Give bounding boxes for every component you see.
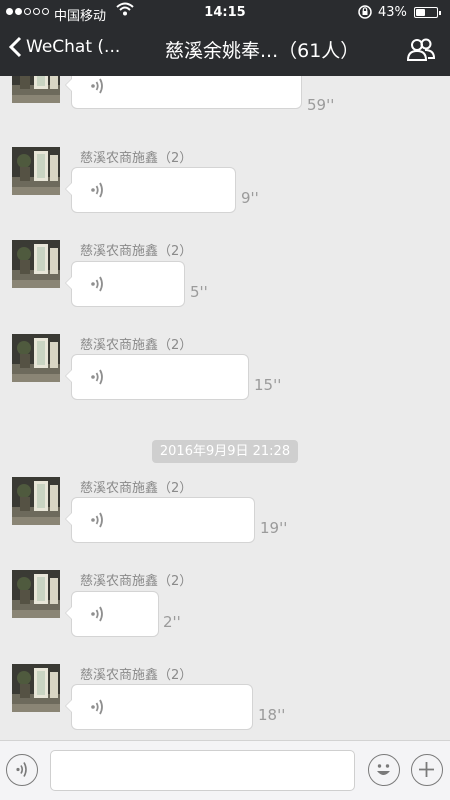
avatar[interactable] <box>12 477 60 525</box>
sender-name: 慈溪农商施鑫（2） <box>80 151 193 166</box>
navigation-bar: WeChat (... 慈溪余姚奉...（61人） <box>0 26 450 76</box>
voice-duration: 19'' <box>260 519 288 537</box>
message-list[interactable]: 59'' 慈溪农商施鑫（2） 9'' 慈溪农商施鑫（2） 5'' 慈溪农商施鑫（… <box>0 76 450 740</box>
voice-message-bubble[interactable] <box>65 684 253 730</box>
voice-wave-icon <box>90 697 106 721</box>
voice-duration: 2'' <box>163 613 181 631</box>
voice-duration: 18'' <box>258 706 286 724</box>
group-members-icon <box>406 38 436 61</box>
avatar[interactable] <box>12 147 60 195</box>
voice-duration: 5'' <box>190 283 208 301</box>
sender-name: 慈溪农商施鑫（2） <box>80 668 193 683</box>
voice-input-icon <box>16 762 27 777</box>
battery-icon <box>414 7 441 18</box>
chevron-left-icon <box>8 36 22 58</box>
voice-wave-icon <box>90 180 106 204</box>
emoji-button[interactable] <box>368 754 400 786</box>
chat-title: 慈溪余姚奉...（61人） <box>165 40 360 62</box>
voice-message-bubble[interactable] <box>65 261 185 307</box>
voice-message-bubble[interactable] <box>65 497 255 543</box>
avatar[interactable] <box>12 664 60 712</box>
plus-icon <box>419 762 434 777</box>
battery-percent: 43% <box>378 5 407 20</box>
avatar[interactable] <box>12 76 60 103</box>
voice-wave-icon <box>90 604 106 628</box>
more-options-button[interactable] <box>411 754 443 786</box>
voice-wave-icon <box>90 76 106 100</box>
voice-wave-icon <box>90 367 106 391</box>
status-bar: 中国移动 14:15 43% <box>0 0 450 26</box>
timestamp-divider: 2016年9月9日 21:28 <box>152 440 298 463</box>
voice-duration: 59'' <box>307 96 335 114</box>
voice-duration: 15'' <box>254 376 282 394</box>
voice-message-bubble[interactable] <box>65 76 302 109</box>
message-input[interactable] <box>50 750 355 791</box>
back-label: WeChat (... <box>26 37 121 57</box>
avatar[interactable] <box>12 570 60 618</box>
input-toolbar <box>0 740 450 800</box>
voice-message-bubble[interactable] <box>65 354 249 400</box>
top-bar: 中国移动 14:15 43% WeChat (... 慈溪余姚奉...（61人） <box>0 0 450 76</box>
voice-wave-icon <box>90 510 106 534</box>
group-info-button[interactable] <box>406 38 436 66</box>
avatar[interactable] <box>12 334 60 382</box>
voice-wave-icon <box>90 274 106 298</box>
voice-message-bubble[interactable] <box>65 591 159 637</box>
voice-message-bubble[interactable] <box>65 167 236 213</box>
voice-duration: 9'' <box>241 189 259 207</box>
sender-name: 慈溪农商施鑫（2） <box>80 481 193 496</box>
back-button[interactable]: WeChat (... <box>8 36 120 58</box>
voice-input-button[interactable] <box>6 754 38 786</box>
sender-name: 慈溪农商施鑫（2） <box>80 244 193 259</box>
emoji-icon <box>377 764 390 775</box>
avatar[interactable] <box>12 240 60 288</box>
rotation-lock-icon <box>357 4 373 24</box>
sender-name: 慈溪农商施鑫（2） <box>80 338 193 353</box>
sender-name: 慈溪农商施鑫（2） <box>80 574 193 589</box>
